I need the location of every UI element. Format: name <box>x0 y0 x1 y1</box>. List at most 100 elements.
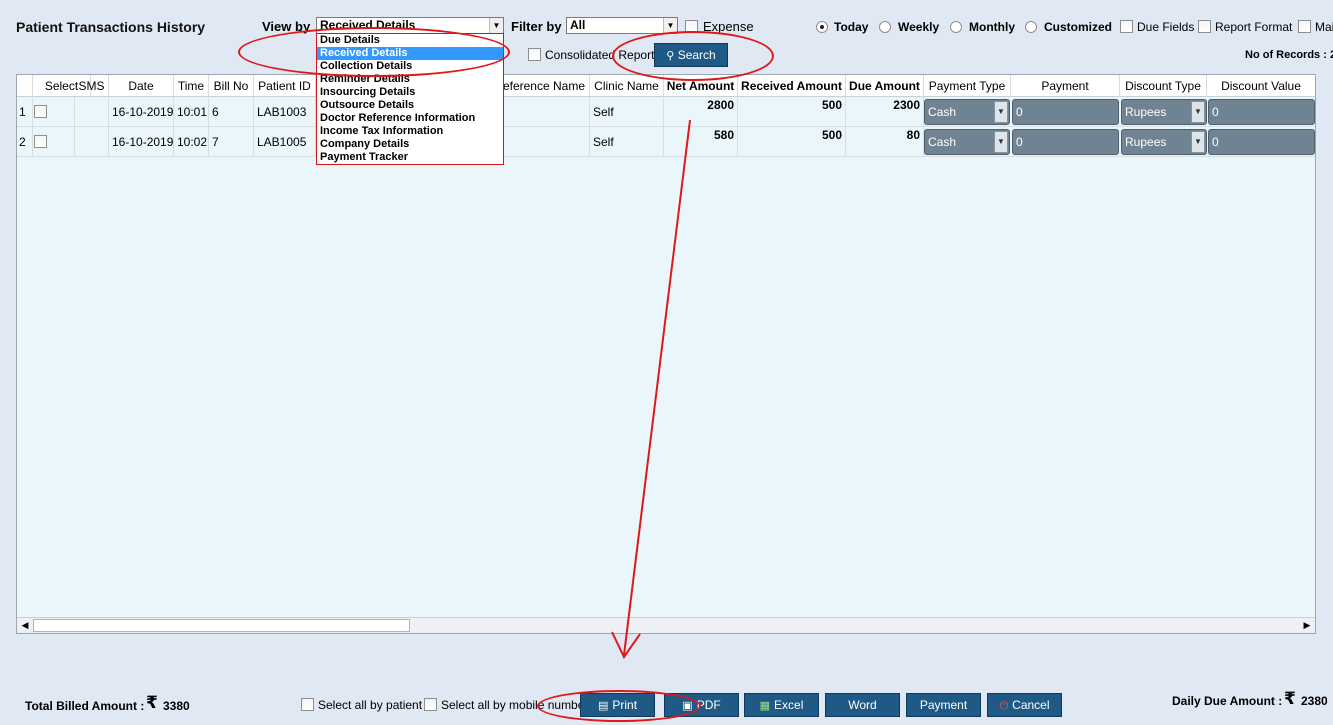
col-time[interactable]: Time <box>174 75 209 97</box>
excel-button-label: Excel <box>774 698 804 712</box>
chevron-down-icon[interactable]: ▼ <box>994 101 1008 123</box>
dropdown-option-outsource-details[interactable]: Outsource Details <box>317 99 503 112</box>
total-billed-value: 3380 <box>163 699 190 713</box>
select-all-patient-checkbox[interactable] <box>301 698 314 711</box>
col-received-amount[interactable]: Received Amount <box>738 75 846 97</box>
search-button[interactable]: ⚲ Search <box>654 43 728 67</box>
label-monthly: Monthly <box>969 20 1015 34</box>
row-payment-type-select[interactable]: Cash ▼ <box>924 129 1010 155</box>
printer-icon: ▤ <box>597 700 609 712</box>
row-net-amount: 580 <box>664 127 738 157</box>
dropdown-option-payment-tracker[interactable]: Payment Tracker <box>317 151 503 164</box>
row-select-checkbox[interactable] <box>34 105 47 118</box>
row-patient-id: LAB1005 <box>254 127 316 157</box>
scroll-right-icon[interactable]: ▶ <box>1299 618 1315 633</box>
chevron-down-icon[interactable]: ▼ <box>994 131 1008 153</box>
filter-by-value: All <box>570 18 586 32</box>
col-bill-no[interactable]: Bill No <box>209 75 254 97</box>
col-payment-type[interactable]: Payment Type <box>924 75 1011 97</box>
col-discount-type[interactable]: Discount Type <box>1120 75 1207 97</box>
cancel-icon: ⏻ <box>999 700 1009 712</box>
dropdown-option-insourcing-details[interactable]: Insourcing Details <box>317 86 503 99</box>
radio-today[interactable] <box>816 21 828 33</box>
scroll-left-icon[interactable]: ◀ <box>17 618 33 633</box>
report-format-checkbox[interactable] <box>1198 20 1211 33</box>
row-payment-input[interactable]: 0 <box>1012 129 1119 155</box>
row-due-amount: 80 <box>846 127 924 157</box>
view-by-value: Received Details <box>320 18 416 32</box>
row-bill-no: 7 <box>209 127 254 157</box>
row-discount-value-input[interactable]: 0 <box>1208 99 1315 125</box>
dropdown-option-doctor-reference[interactable]: Doctor Reference Information <box>317 112 503 125</box>
dropdown-option-collection-details[interactable]: Collection Details <box>317 60 503 73</box>
row-select-checkbox[interactable] <box>34 135 47 148</box>
dropdown-option-due-details[interactable]: Due Details <box>317 34 503 47</box>
row-time: 10:02 <box>174 127 209 157</box>
grid-header: Select SMS Date Time Bill No Patient ID … <box>17 75 1315 97</box>
select-all-patient-label: Select all by patient <box>318 698 423 712</box>
row-date: 16-10-2019 <box>109 127 174 157</box>
radio-customized[interactable] <box>1025 21 1037 33</box>
expense-label: Expense <box>703 19 754 34</box>
print-button[interactable]: ▤ Print <box>580 693 655 717</box>
scrollbar-thumb[interactable] <box>33 619 410 632</box>
view-by-dropdown-list[interactable]: Due Details Received Details Collection … <box>316 33 504 165</box>
col-sms[interactable]: SMS <box>75 75 109 97</box>
payment-type-value: Cash <box>928 105 957 119</box>
word-button[interactable]: Word <box>825 693 900 717</box>
row-received-amount: 500 <box>738 97 846 127</box>
row-select-cell <box>33 97 75 127</box>
row-payment-input[interactable]: 0 <box>1012 99 1119 125</box>
chevron-down-icon[interactable]: ▼ <box>1191 101 1205 123</box>
row-patient-id: LAB1003 <box>254 97 316 127</box>
col-clinic-name[interactable]: Clinic Name <box>590 75 664 97</box>
total-billed-label: Total Billed Amount : <box>25 699 145 713</box>
col-patient-id[interactable]: Patient ID <box>254 75 316 97</box>
row-discount-type-select[interactable]: Rupees ▼ <box>1121 129 1207 155</box>
label-weekly: Weekly <box>898 20 940 34</box>
dropdown-option-income-tax[interactable]: Income Tax Information <box>317 125 503 138</box>
label-customized: Customized <box>1044 20 1113 34</box>
radio-monthly[interactable] <box>950 21 962 33</box>
view-by-select[interactable]: Received Details ▼ <box>316 17 504 34</box>
rupee-icon: ₹ <box>1284 689 1296 708</box>
row-payment-type-select[interactable]: Cash ▼ <box>924 99 1010 125</box>
select-all-mobile-checkbox[interactable] <box>424 698 437 711</box>
print-button-label: Print <box>612 698 638 712</box>
col-payment[interactable]: Payment <box>1011 75 1120 97</box>
table-row[interactable]: 1 16-10-2019 10:01 6 LAB1003 Self Self 2… <box>17 97 1315 127</box>
row-number: 2 <box>17 127 33 157</box>
row-net-amount: 2800 <box>664 97 738 127</box>
row-time: 10:01 <box>174 97 209 127</box>
select-all-mobile-label: Select all by mobile number <box>441 698 589 712</box>
dropdown-option-reminder-details[interactable]: Reminder Details <box>317 73 503 86</box>
expense-checkbox[interactable] <box>685 20 698 33</box>
chevron-down-icon[interactable]: ▼ <box>489 18 503 33</box>
radio-weekly[interactable] <box>879 21 891 33</box>
excel-button[interactable]: ▦ Excel <box>744 693 819 717</box>
payment-button[interactable]: Payment <box>906 693 981 717</box>
filter-by-select[interactable]: All ▼ <box>566 17 678 34</box>
chevron-down-icon[interactable]: ▼ <box>1191 131 1205 153</box>
dropdown-option-received-details[interactable]: Received Details <box>317 47 503 60</box>
cancel-button[interactable]: ⏻ Cancel <box>987 693 1062 717</box>
consolidated-checkbox[interactable] <box>528 48 541 61</box>
col-date[interactable]: Date <box>109 75 174 97</box>
row-discount-type-select[interactable]: Rupees ▼ <box>1121 99 1207 125</box>
chevron-down-icon[interactable]: ▼ <box>663 18 677 33</box>
transactions-grid: Select SMS Date Time Bill No Patient ID … <box>16 74 1316 634</box>
page-title: Patient Transactions History <box>16 19 206 35</box>
dropdown-option-company-details[interactable]: Company Details <box>317 138 503 151</box>
pdf-button[interactable]: ▣ PDF <box>664 693 739 717</box>
row-bill-no: 6 <box>209 97 254 127</box>
col-due-amount[interactable]: Due Amount <box>846 75 924 97</box>
mail-label: Mail <box>1315 20 1333 34</box>
table-row[interactable]: 2 16-10-2019 10:02 7 LAB1005 Self Self 5… <box>17 127 1315 157</box>
col-discount-value[interactable]: Discount Value <box>1207 75 1315 97</box>
row-discount-value-input[interactable]: 0 <box>1208 129 1315 155</box>
col-net-amount[interactable]: Net Amount <box>664 75 738 97</box>
horizontal-scrollbar[interactable]: ◀ ▶ <box>17 617 1315 633</box>
due-fields-checkbox[interactable] <box>1120 20 1133 33</box>
mail-checkbox[interactable] <box>1298 20 1311 33</box>
payment-type-value: Cash <box>928 135 957 149</box>
